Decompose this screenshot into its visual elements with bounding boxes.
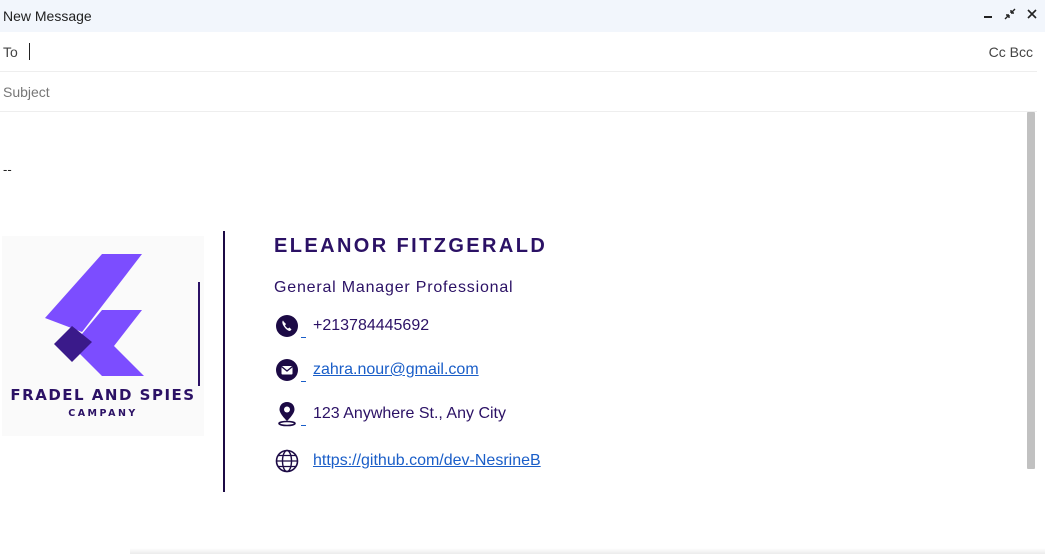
logo-brand-text: FRADEL AND SPIES — [10, 386, 196, 404]
website-link-text[interactable]: https://github.com/dev-NesrineB — [313, 452, 541, 469]
signature-role: General Manager Professional — [274, 279, 514, 296]
compose-titlebar: New Message — [0, 0, 1045, 32]
icon-link-underline — [301, 424, 306, 426]
mail-icon — [274, 357, 300, 383]
signature-email-line: zahra.nour@gmail.com — [274, 357, 479, 383]
signature-divider — [223, 231, 225, 492]
cc-bcc-links: Cc Bcc — [989, 44, 1033, 60]
signature-separator: -- — [3, 162, 12, 177]
signature-website-link[interactable]: https://github.com/dev-NesrineB — [313, 452, 541, 470]
logo-sub-text: CAMPANY — [68, 408, 138, 419]
exit-fullscreen-icon[interactable] — [1001, 5, 1019, 23]
signature-website-line: https://github.com/dev-NesrineB — [274, 448, 541, 474]
to-row: To Cc Bcc — [0, 32, 1037, 72]
globe-icon — [274, 448, 300, 474]
signature-address-line: 123 Anywhere St., Any City — [274, 401, 506, 427]
signature-email-link[interactable]: zahra.nour@gmail.com — [313, 361, 479, 379]
icon-link-underline — [301, 336, 306, 338]
minimize-icon[interactable] — [979, 5, 997, 23]
subject-row — [0, 72, 1037, 112]
to-input[interactable] — [29, 32, 1037, 71]
location-pin-icon — [274, 401, 300, 427]
compose-title: New Message — [3, 8, 92, 24]
window-controls — [979, 5, 1041, 23]
close-icon[interactable] — [1023, 5, 1041, 23]
signature-phone: +213784445692 — [313, 317, 430, 334]
signature-address: 123 Anywhere St., Any City — [313, 405, 506, 422]
signature-phone-line: +213784445692 — [274, 313, 429, 339]
icon-link-underline — [301, 380, 306, 382]
cc-button[interactable]: Cc — [989, 44, 1006, 60]
logo-mark-icon — [45, 254, 200, 392]
signature-name: ELEANOR FITZGERALD — [274, 235, 548, 257]
subject-input[interactable] — [0, 72, 1037, 111]
message-body[interactable]: -- FRADEL AND SPIES CAMPANY ELEANOR FITZ… — [0, 112, 1020, 554]
to-label: To — [3, 43, 18, 60]
bottom-shadow — [130, 548, 1045, 554]
body-scrollbar[interactable] — [1027, 112, 1035, 469]
phone-icon — [274, 313, 300, 339]
bcc-button[interactable]: Bcc — [1010, 44, 1033, 60]
company-logo: FRADEL AND SPIES CAMPANY — [2, 236, 204, 436]
